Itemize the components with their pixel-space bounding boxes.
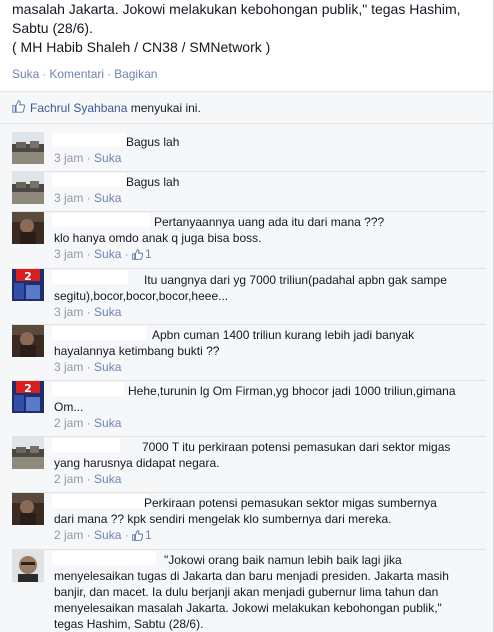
comment-meta: 2 jam · Suka [54,472,122,486]
post-line: masalah Jakarta. Jokowi melakukan keboho… [12,1,461,17]
comment-text: "Jokowi orang baik namun lebih baik lagi… [54,552,484,632]
comment-like-link[interactable]: Suka [94,151,121,165]
avatar[interactable] [12,437,44,469]
comment-like-count[interactable]: 1 [132,528,152,542]
comment-line: segitu),bocor,bocor,bocor,heee... [54,289,229,303]
comment-line: yang harusnya didapat negara. [54,456,220,470]
avatar[interactable]: 2 [12,269,44,301]
comment-text: Bagus lah [54,174,484,190]
comment-link[interactable]: Komentari [49,67,104,81]
comment-text: Pertanyaannya uang ada itu dari mana ???… [54,214,484,246]
comment-meta: 3 jam · Suka [54,305,122,319]
comment-line: Hehe,turunin lg Om Firman,yg bhocor jadi… [128,384,456,398]
comment-meta: 3 jam · Suka · 1 [54,247,152,261]
avatar[interactable] [12,493,44,525]
post-line: Sabtu (28/6). [12,20,93,36]
comment-like-link[interactable]: Suka [94,191,121,205]
comment-like-link[interactable]: Suka [94,472,121,486]
comment-text: Bagus lah [54,134,484,150]
comment-divider [12,436,486,437]
post-actions: Suka · Komentari · Bagikan [12,67,157,81]
comment-like-link[interactable]: Suka [94,360,121,374]
comment-divider [12,171,486,172]
comment-meta: 3 jam · Suka [54,360,122,374]
like-link[interactable]: Suka [12,67,39,81]
svg-text:2: 2 [24,270,32,283]
comment-timestamp[interactable]: 2 jam [54,472,83,486]
comment-meta: 2 jam · Suka [54,416,122,430]
avatar[interactable] [12,132,44,164]
comment-text: Perkiraan potensi pemasukan sektor migas… [54,495,484,527]
comment-list: Bagus lah 3 jam · Suka Bagus lah 3 jam · Su… [0,124,494,632]
comment-divider [12,380,486,381]
comment-divider [12,492,486,493]
comment-timestamp[interactable]: 3 jam [54,305,83,319]
comment-divider [12,324,486,325]
svg-text:2: 2 [24,382,32,395]
post-source: ( MH Habib Shaleh / CN38 / SMNetwork ) [12,39,271,55]
comment-divider [12,211,486,212]
comment-line: Bagus lah [126,135,180,149]
comment-timestamp[interactable]: 2 jam [54,528,83,542]
comment-line: 7000 T itu perkiraan potensi pemasukan d… [142,440,451,454]
comment-like-count[interactable]: 1 [132,247,152,261]
comment-line: Apbn cuman 1400 triliun kurang lebih jad… [152,328,415,342]
liker-name-link[interactable]: Fachrul Syahbana [30,101,127,115]
comment-timestamp[interactable]: 3 jam [54,151,83,165]
comment-line: Om... [54,400,84,414]
post-text: masalah Jakarta. Jokowi melakukan keboho… [12,0,482,57]
share-link[interactable]: Bagikan [114,67,157,81]
thumbs-up-icon [12,100,26,118]
comment-line: menyelesaikan masalah Jakarta. Jokowi me… [54,601,442,615]
comment-line: hayalannya ketimbang bukti ?? [54,344,220,358]
comment-text: 7000 T itu perkiraan potensi pemasukan d… [54,439,484,471]
comment-timestamp[interactable]: 2 jam [54,416,83,430]
comment-meta: 2 jam · Suka · 1 [54,528,152,542]
comment-line: menyelesaikan tugas di Jakarta dan baru … [54,569,449,583]
comment-line: tegas Hashim, Sabtu (28/6). [54,617,204,631]
likes-suffix: menyukai ini. [130,101,201,115]
comment-meta: 3 jam · Suka [54,151,122,165]
comment-divider [12,268,486,269]
avatar[interactable] [12,325,44,357]
comment-text: Hehe,turunin lg Om Firman,yg bhocor jadi… [54,383,484,415]
comment-line: Perkiraan potensi pemasukan sektor migas… [144,496,437,510]
comment-line: Itu uangnya dari yg 7000 triliun(padahal… [144,273,447,287]
avatar[interactable] [12,212,44,244]
comment-like-link[interactable]: Suka [94,305,121,319]
comment-divider [12,549,486,550]
comment-line: klo hanya omdo anak q juga bisa boss. [54,231,262,245]
comment-line: "Jokowi orang baik namun lebih baik lagi… [164,553,402,567]
comment-timestamp[interactable]: 3 jam [54,247,83,261]
separator: · [107,67,112,81]
comment-timestamp[interactable]: 3 jam [54,191,83,205]
comment-like-link[interactable]: Suka [94,416,121,430]
likes-summary: Fachrul Syahbana menyukai ini. [0,91,494,124]
comment-text: Apbn cuman 1400 triliun kurang lebih jad… [54,327,484,359]
comment-line: dari mana ?? kpk sendiri mengelak klo su… [54,512,392,526]
comment-line: Bagus lah [126,175,180,189]
comment-line: Pertanyaannya uang ada itu dari mana ??? [154,215,385,229]
avatar[interactable]: 2 [12,381,44,413]
comment-line: banjir, dan macet. Ia dulu berjanji akan… [54,585,439,599]
comment-timestamp[interactable]: 3 jam [54,360,83,374]
thumbs-up-icon [132,530,144,544]
avatar[interactable] [12,172,44,204]
comment-like-link[interactable]: Suka [94,528,121,542]
comment-like-link[interactable]: Suka [94,247,121,261]
avatar[interactable] [12,550,44,582]
comment-text: Itu uangnya dari yg 7000 triliun(padahal… [54,272,484,304]
comment-meta: 3 jam · Suka [54,191,122,205]
separator: · [42,67,47,81]
thumbs-up-icon [132,249,144,263]
